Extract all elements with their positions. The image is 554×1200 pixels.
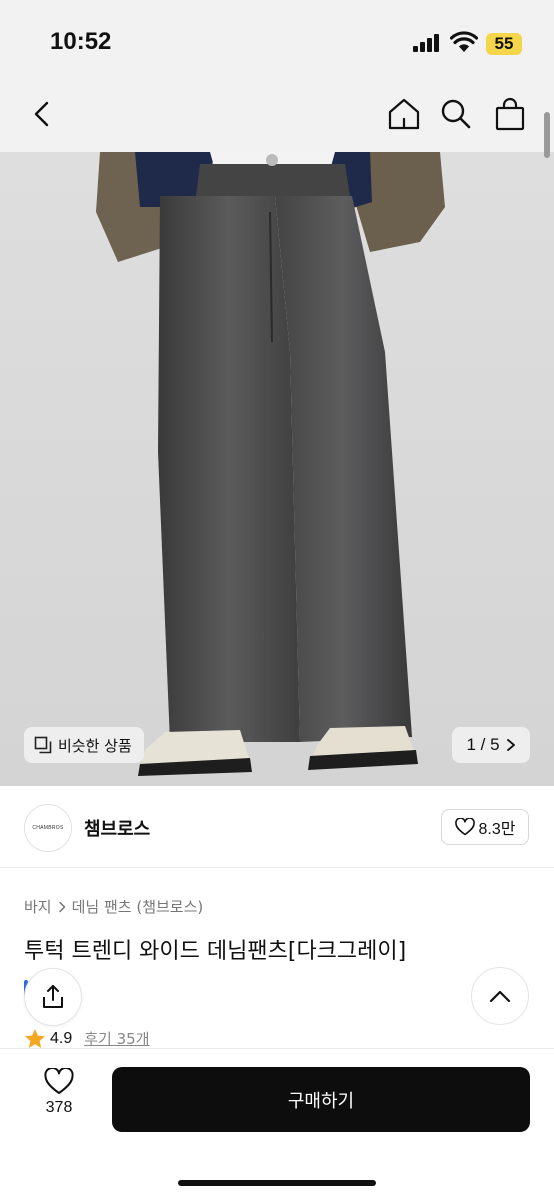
scroll-to-top-button[interactable]	[471, 967, 529, 1025]
shopping-bag-icon	[495, 97, 525, 131]
heart-icon	[44, 1068, 74, 1094]
reviews-link[interactable]: 후기 35개	[84, 1028, 149, 1049]
share-icon	[43, 985, 63, 1008]
copy-icon	[34, 736, 52, 754]
battery-indicator: 55	[486, 33, 522, 55]
buy-button[interactable]: 구매하기	[112, 1067, 530, 1132]
chevron-right-icon	[58, 901, 65, 912]
brand-name[interactable]: 챔브로스	[84, 815, 150, 841]
share-button[interactable]	[24, 968, 82, 1026]
search-button[interactable]	[436, 94, 476, 134]
status-time: 10:52	[50, 28, 112, 55]
brand-like-button[interactable]: 8.3만	[441, 809, 529, 845]
rating-value: 4.9	[50, 1029, 73, 1047]
image-pager-label: 1 / 5	[466, 735, 500, 754]
home-indicator	[178, 1180, 376, 1186]
wifi-icon	[450, 31, 478, 52]
chevron-left-icon	[34, 101, 49, 127]
home-icon	[388, 98, 420, 130]
rating-row: 4.9 후기 35개	[24, 1028, 150, 1049]
star-icon	[25, 1029, 45, 1048]
heart-icon	[454, 818, 475, 836]
breadcrumb-item[interactable]: 데님 팬츠 (챔브로스)	[72, 896, 204, 917]
status-bar: 10:52 55	[0, 0, 554, 86]
brand-logo[interactable]: CHAMBROS	[24, 804, 72, 852]
cellular-signal-icon	[413, 34, 443, 52]
section-divider	[0, 867, 554, 868]
chevron-right-icon	[506, 739, 515, 751]
brand-like-count: 8.3만	[478, 821, 516, 838]
product-image[interactable]	[0, 152, 554, 786]
wishlist-count: 378	[45, 1099, 73, 1116]
product-photo	[0, 152, 554, 786]
image-pager[interactable]: 1 / 5	[452, 727, 530, 763]
top-nav	[0, 86, 554, 152]
chevron-up-icon	[489, 990, 511, 1003]
back-button[interactable]	[22, 94, 62, 134]
search-icon	[441, 99, 471, 129]
product-title: 투턱 트렌디 와이드 데님팬츠[다크그레이]	[24, 939, 407, 964]
brand-logo-text: CHAMBROS	[32, 825, 64, 831]
home-button[interactable]	[384, 94, 424, 134]
cart-button[interactable]	[490, 94, 530, 134]
breadcrumb-item[interactable]: 바지	[24, 896, 52, 917]
page-scrollbar[interactable]	[544, 112, 550, 158]
similar-products-label: 비슷한 상품	[58, 736, 132, 755]
similar-products-button[interactable]: 비슷한 상품	[24, 727, 144, 763]
wishlist-button[interactable]: 378	[30, 1068, 88, 1132]
breadcrumb: 바지 데님 팬츠 (챔브로스)	[24, 896, 203, 917]
